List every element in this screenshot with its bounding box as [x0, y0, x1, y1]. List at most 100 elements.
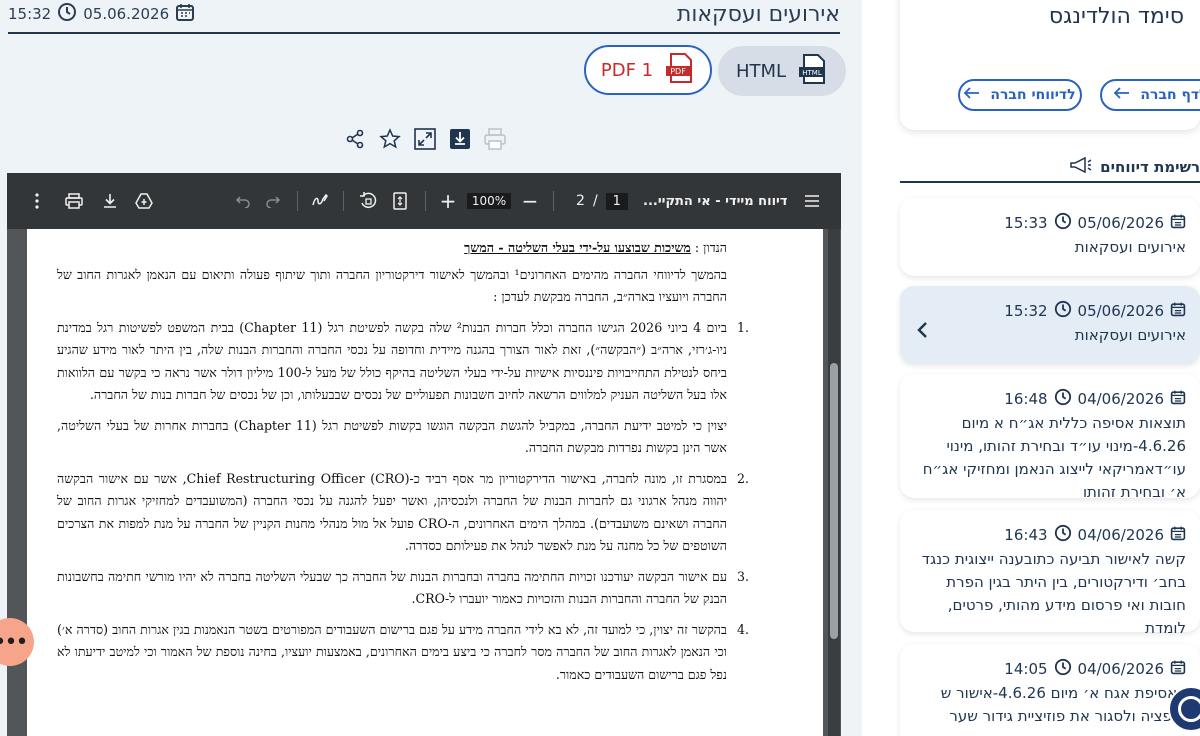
report-item[interactable]: 04/06/2026 14:05 ן אסיפת אגח א׳ מיום 4.6…: [900, 644, 1200, 736]
toolbar-divider: [553, 191, 554, 211]
calendar-icon: [1170, 525, 1186, 545]
document-subject: הנדון : משיכות שבוצעו על-ידי בעלי השליטה…: [57, 237, 727, 260]
report-title: קשה לאישור תביעה כתובענה ייצוגית כנגד בח…: [921, 550, 1186, 637]
download-icon[interactable]: [447, 126, 473, 152]
undo-icon[interactable]: [233, 189, 253, 213]
html-file-icon: HTML: [798, 53, 828, 90]
document-item: .4 בהקשר זה יצוין, כי למועד זה, לא בא לי…: [57, 619, 749, 687]
clock-icon: [1054, 212, 1072, 234]
svg-text:HTML: HTML: [802, 69, 822, 77]
pdf-format-button[interactable]: PDF 1 PDF: [584, 45, 712, 95]
item-text: במסגרת זו, מונה לחברה, באישור הדירקטוריו…: [57, 470, 728, 554]
expand-icon[interactable]: [412, 126, 438, 152]
reports-list-title: רשימת דיווחים: [1070, 156, 1200, 178]
item-text: בהקשר זה יצוין, כי למועד זה, לא בא לידי …: [57, 621, 727, 682]
report-title: ן אסיפת אגח א׳ מיום 4.6.26-אישור ש אופצי…: [940, 684, 1186, 725]
report-datetime: 15:32 05.06.2026: [8, 2, 195, 26]
item-number: .3: [736, 568, 749, 584]
item-number: .1: [736, 319, 749, 335]
reports-list-header: רשימת דיווחים: [900, 152, 1200, 183]
download-icon[interactable]: [99, 189, 121, 213]
menu-icon[interactable]: [801, 189, 823, 213]
document-item: .2 במסגרת זו, מונה לחברה, באישור הדירקטו…: [57, 468, 749, 558]
report-item[interactable]: 04/06/2026 16:43 קשה לאישור תביעה כתובענ…: [900, 510, 1200, 637]
subject-value: משיכות שבוצעו על-ידי בעלי השליטה - המשך: [464, 240, 691, 255]
report-time: 16:43: [1004, 526, 1048, 544]
report-meta: 05/06/2026 15:32: [1004, 300, 1186, 322]
draw-icon[interactable]: [309, 189, 331, 213]
report-date: 04/06/2026: [1077, 660, 1164, 678]
report-time: 15:32: [8, 5, 52, 23]
star-icon[interactable]: [377, 126, 403, 152]
arrow-left-icon: [964, 87, 980, 103]
reports-list-label: רשימת דיווחים: [1100, 158, 1200, 176]
report-item-selected[interactable]: 05/06/2026 15:32 אירועים ועסקאות: [900, 286, 1200, 364]
subject-label: הנדון :: [694, 240, 727, 255]
print-icon[interactable]: [63, 189, 85, 213]
report-meta: 04/06/2026 14:05: [1004, 658, 1186, 680]
print-icon: [482, 126, 508, 152]
report-item[interactable]: 05/06/2026 15:33 אירועים ועסקאות: [900, 198, 1200, 276]
report-time: 14:05: [1004, 660, 1048, 678]
html-format-label: HTML: [735, 60, 787, 82]
page-input[interactable]: 1: [605, 192, 628, 210]
page-separator: /: [592, 193, 598, 209]
item-number: .4: [736, 621, 749, 637]
document-page: הנדון : משיכות שבוצעו על-ידי בעלי השליטה…: [27, 229, 823, 736]
clock-icon: [1054, 658, 1072, 680]
report-date: 05/06/2026: [1077, 302, 1164, 320]
calendar-icon: [1170, 659, 1186, 679]
page-title: אירועים ועסקאות: [676, 2, 840, 27]
toolbar-divider: [297, 191, 298, 211]
zoom-in-button[interactable]: +: [439, 189, 457, 213]
viewer-scrollbar[interactable]: [828, 229, 840, 736]
report-item[interactable]: 04/06/2026 16:48 תוצאות אסיפה כללית אג״ח…: [900, 374, 1200, 501]
company-sidebar: סימד הולדינגס לדף חברה לדיווחי חברה רשימ…: [862, 0, 1200, 736]
calendar-icon: [1170, 389, 1186, 409]
report-time: 16:48: [1004, 390, 1048, 408]
svg-text:PDF: PDF: [670, 67, 686, 76]
document-item: .1 ביום 4 ביוני 2026 הגישו החברה וכלל חב…: [57, 317, 749, 407]
pdf-file-icon: PDF: [665, 52, 695, 89]
document-name: דיווח מיידי - אי התקיי...: [643, 193, 788, 209]
report-meta: 05/06/2026 15:33: [1004, 212, 1186, 234]
arrow-left-icon: [1114, 87, 1130, 103]
clock-icon: [57, 2, 77, 26]
drive-icon[interactable]: [133, 189, 155, 213]
item-text: ביום 4 ביוני 2026 הגישו החברה וכלל חברות…: [57, 319, 727, 403]
rotate-icon[interactable]: [357, 189, 379, 213]
report-title: אירועים ועסקאות: [1074, 326, 1186, 344]
page-total: 2: [576, 193, 585, 209]
html-format-button[interactable]: HTML HTML: [718, 46, 846, 96]
share-icon[interactable]: [342, 126, 368, 152]
company-reports-label: לדיווחי חברה: [990, 87, 1076, 103]
report-actions: [342, 124, 508, 154]
report-title: אירועים ועסקאות: [1074, 238, 1186, 256]
report-time: 15:33: [1004, 214, 1048, 232]
report-date: 05/06/2026: [1077, 214, 1164, 232]
report-time: 15:32: [1004, 302, 1048, 320]
pdf-toolbar: + 100% − 2 / 1 דיווח מיידי - אי התקיי...: [7, 173, 841, 229]
report-header: אירועים ועסקאות 15:32 05.06.2026: [8, 0, 840, 34]
chevron-left-icon: [916, 320, 928, 345]
redo-icon[interactable]: [263, 189, 283, 213]
calendar-icon: [1170, 213, 1186, 233]
fit-page-icon[interactable]: [389, 189, 411, 213]
page-indicator: 2 / 1: [567, 189, 637, 213]
zoom-out-button[interactable]: −: [521, 189, 539, 213]
toolbar-divider: [343, 191, 344, 211]
report-meta: 04/06/2026 16:48: [1004, 388, 1186, 410]
zoom-level[interactable]: 100%: [466, 189, 512, 213]
company-page-button[interactable]: לדף חברה: [1100, 79, 1200, 111]
megaphone-icon: [1070, 156, 1092, 178]
company-reports-button[interactable]: לדיווחי חברה: [958, 79, 1082, 111]
accessibility-icon: [1178, 696, 1200, 722]
report-date: 05.06.2026: [83, 5, 170, 23]
document-item: .3 עם אישור הבקשה יעודכנו זכויות החתימה …: [57, 566, 749, 611]
report-date: 04/06/2026: [1077, 526, 1164, 544]
scrollbar-thumb[interactable]: [830, 363, 838, 639]
report-title: תוצאות אסיפה כללית אג״ח א מיום 4.6.26-מי…: [922, 414, 1186, 501]
more-options-icon[interactable]: [29, 189, 45, 213]
toolbar-divider: [425, 191, 426, 211]
item-text: עם אישור הבקשה יעודכנו זכויות החתימה בחב…: [57, 568, 727, 607]
